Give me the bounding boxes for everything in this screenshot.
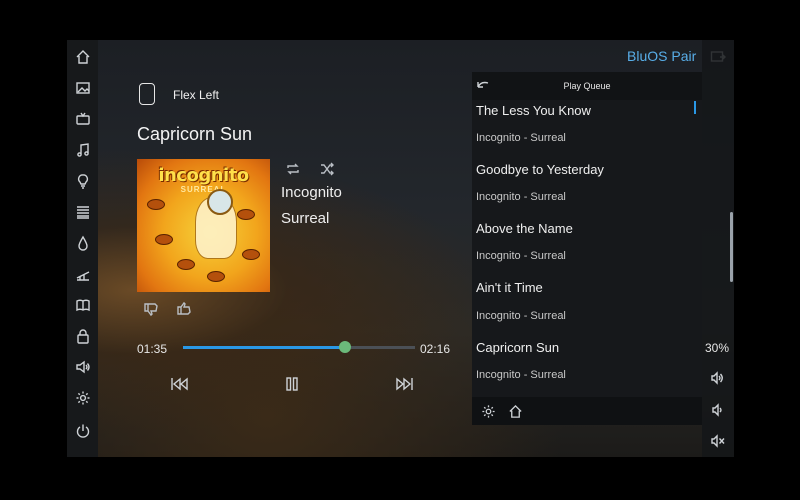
album-art-fish xyxy=(147,199,165,210)
album-art: incognito SURREAL xyxy=(137,159,270,292)
queue-item-title[interactable]: Above the Name xyxy=(476,221,573,236)
album-art-fish xyxy=(207,271,225,282)
brand-title: BluOS Pair xyxy=(627,48,697,64)
volume-down-icon[interactable] xyxy=(710,403,726,417)
device-name[interactable]: Flex Left xyxy=(173,88,219,102)
progress-bar[interactable] xyxy=(183,341,415,353)
elapsed-time: 01:35 xyxy=(137,342,168,356)
shades-icon[interactable] xyxy=(73,202,92,221)
shuffle-icon[interactable] xyxy=(318,161,336,177)
music-icon[interactable] xyxy=(73,140,92,159)
tv-icon[interactable] xyxy=(73,109,92,128)
album-art-fish xyxy=(237,209,255,220)
next-icon[interactable] xyxy=(394,375,416,393)
gear-icon[interactable] xyxy=(73,388,92,407)
lightbulb-icon[interactable] xyxy=(73,171,92,190)
thumbs-up-icon[interactable] xyxy=(175,301,193,317)
queue-item-title[interactable]: Ain't it Time xyxy=(476,280,543,295)
speaker-icon[interactable] xyxy=(73,357,92,376)
queue-item-title[interactable]: The Less You Know xyxy=(476,103,591,118)
lock-icon[interactable] xyxy=(73,326,92,345)
home-icon[interactable] xyxy=(73,47,92,66)
queue-item-subtitle[interactable]: Incognito - Surreal xyxy=(476,310,566,322)
repeat-icon[interactable] xyxy=(284,161,302,177)
artist-name[interactable]: Incognito xyxy=(281,184,342,201)
water-drop-icon[interactable] xyxy=(73,233,92,252)
progress-fill xyxy=(183,346,346,349)
queue-item-subtitle[interactable]: Incognito - Surreal xyxy=(476,191,566,203)
play-queue-title: Play Queue xyxy=(563,81,611,91)
queue-item-subtitle[interactable]: Incognito - Surreal xyxy=(476,132,566,144)
pause-icon[interactable] xyxy=(281,375,303,393)
volume-up-icon[interactable] xyxy=(710,371,726,385)
track-title: Capricorn Sun xyxy=(137,124,253,144)
queue-item-subtitle[interactable]: Incognito - Surreal xyxy=(476,250,566,262)
queue-item-title[interactable]: Capricorn Sun xyxy=(476,340,559,355)
rail-icon[interactable] xyxy=(73,264,92,283)
volume-percent: 30% xyxy=(705,341,730,355)
queue-item-title[interactable]: Goodbye to Yesterday xyxy=(476,162,604,177)
album-art-logo: incognito xyxy=(158,165,249,186)
home-icon[interactable] xyxy=(507,403,523,419)
album-art-fish xyxy=(155,234,173,245)
thumbs-down-icon[interactable] xyxy=(142,301,160,317)
total-time: 02:16 xyxy=(420,342,451,356)
gear-icon[interactable] xyxy=(480,403,496,419)
device-icon[interactable] xyxy=(139,83,155,105)
progress-thumb[interactable] xyxy=(339,341,352,353)
app-window: Flex Left Capricorn Sun incognito SURREA… xyxy=(67,40,734,457)
volume-slider[interactable] xyxy=(730,212,733,282)
previous-icon[interactable] xyxy=(168,375,190,393)
queue-scroll-indicator[interactable] xyxy=(694,101,696,114)
album-art-fish xyxy=(242,249,260,260)
power-icon[interactable] xyxy=(73,421,92,440)
book-icon[interactable] xyxy=(73,295,92,314)
album-art-helmet xyxy=(207,189,233,215)
picture-icon[interactable] xyxy=(73,78,92,97)
album-art-subtitle: SURREAL xyxy=(180,185,227,194)
queue-item-subtitle[interactable]: Incognito - Surreal xyxy=(476,369,566,381)
album-art-fish xyxy=(177,259,195,270)
album-name[interactable]: Surreal xyxy=(281,210,329,227)
left-nav-rail xyxy=(67,40,98,457)
mute-icon[interactable] xyxy=(710,434,726,448)
